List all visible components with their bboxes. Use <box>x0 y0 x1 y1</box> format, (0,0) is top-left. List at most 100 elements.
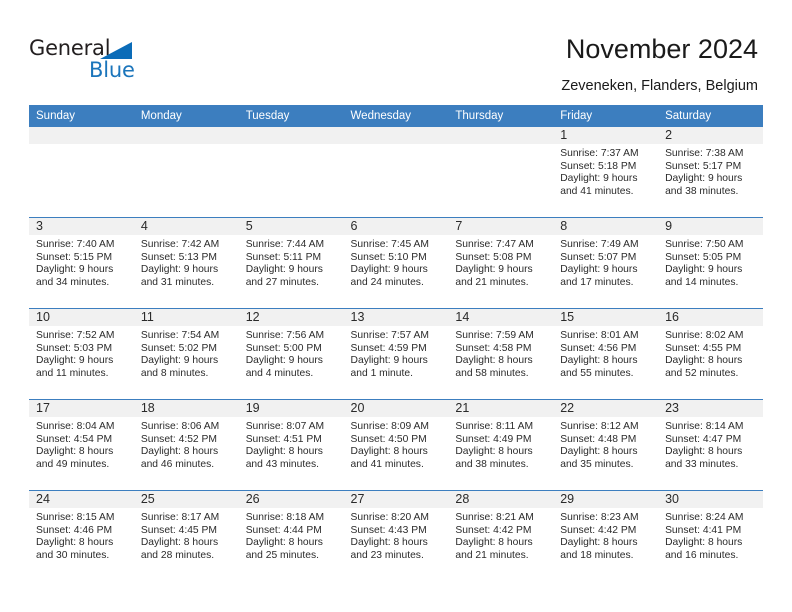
sunrise-text: Sunrise: 8:24 AM <box>665 512 744 523</box>
sunrise-text: Sunrise: 7:44 AM <box>245 239 325 250</box>
day-details: Sunrise: 7:54 AM Sunset: 5:02 PM Daylight:… <box>134 326 239 380</box>
sunrise-text: Sunrise: 8:20 AM <box>350 512 429 523</box>
day-cell[interactable]: 24 Sunrise: 8:15 AM Sunset: 4:46 PM Dayligh… <box>29 490 134 581</box>
day-number: 25 <box>133 491 239 508</box>
day-details: Sunrise: 8:01 AM Sunset: 4:56 PM Daylight:… <box>553 326 658 380</box>
daylight-text-line2: and 41 minutes. <box>350 458 424 470</box>
day-details: Sunrise: 7:42 AM Sunset: 5:13 PM Daylight:… <box>134 235 239 289</box>
day-number: 12 <box>238 309 344 326</box>
day-cell[interactable]: 22 Sunrise: 8:12 AM Sunset: 4:48 PM Dayligh… <box>553 399 659 491</box>
general-blue-logo[interactable]: General Blue <box>29 36 144 84</box>
daylight-text-line1: Daylight: 9 hours <box>140 264 219 276</box>
day-details: Sunrise: 7:57 AM Sunset: 4:59 PM Daylight:… <box>344 326 449 380</box>
logo-text-general: General <box>29 36 111 60</box>
calendar-week-row: 24 Sunrise: 8:15 AM Sunset: 4:46 PM Dayligh… <box>29 490 763 581</box>
sunrise-text: Sunrise: 8:11 AM <box>455 421 534 432</box>
day-number: 20 <box>343 400 449 417</box>
page-subtitle: Zeveneken, Flanders, Belgium <box>561 78 758 94</box>
day-cell[interactable]: 29 Sunrise: 8:23 AM Sunset: 4:42 PM Dayligh… <box>553 490 659 581</box>
day-number: 27 <box>343 491 449 508</box>
sunrise-text: Sunrise: 7:50 AM <box>665 239 744 250</box>
day-cell[interactable]: 28 Sunrise: 8:21 AM Sunset: 4:42 PM Dayligh… <box>448 490 554 581</box>
day-cell[interactable]: 30 Sunrise: 8:24 AM Sunset: 4:41 PM Dayligh… <box>658 490 763 581</box>
daylight-text-line2: and 23 minutes. <box>350 549 424 561</box>
daylight-text-line1: Daylight: 8 hours <box>665 446 743 458</box>
day-cell[interactable]: 5 Sunrise: 7:44 AM Sunset: 5:11 PM Daylight… <box>238 217 344 309</box>
sunrise-text: Sunrise: 8:01 AM <box>560 330 639 341</box>
day-cell[interactable]: 19 Sunrise: 8:07 AM Sunset: 4:51 PM Dayligh… <box>238 399 344 491</box>
day-cell[interactable]: 6 Sunrise: 7:45 AM Sunset: 5:10 PM Daylight… <box>343 217 449 309</box>
daylight-text-line2: and 1 minute. <box>350 367 413 379</box>
day-cell[interactable]: 1 Sunrise: 7:37 AM Sunset: 5:18 PM Daylight… <box>553 127 659 218</box>
day-cell[interactable]: 23 Sunrise: 8:14 AM Sunset: 4:47 PM Dayligh… <box>658 399 763 491</box>
daylight-text-line1: Daylight: 9 hours <box>560 264 638 276</box>
calendar-week-row: 10 Sunrise: 7:52 AM Sunset: 5:03 PM Dayligh… <box>29 308 763 400</box>
day-cell[interactable]: 14 Sunrise: 7:59 AM Sunset: 4:58 PM Dayligh… <box>448 308 554 400</box>
day-cell[interactable]: 13 Sunrise: 7:57 AM Sunset: 4:59 PM Dayligh… <box>343 308 449 400</box>
daylight-text-line2: and 58 minutes. <box>455 367 529 379</box>
daylight-text-line1: Daylight: 9 hours <box>245 264 323 276</box>
day-cell[interactable]: 17 Sunrise: 8:04 AM Sunset: 4:54 PM Dayligh… <box>29 399 134 491</box>
sunrise-text: Sunrise: 8:15 AM <box>36 512 115 523</box>
day-cell[interactable]: 3 Sunrise: 7:40 AM Sunset: 5:15 PM Daylight… <box>29 217 134 309</box>
sunrise-text: Sunrise: 8:23 AM <box>560 512 639 523</box>
sunset-text: Sunset: 4:43 PM <box>350 524 427 536</box>
day-details: Sunrise: 7:50 AM Sunset: 5:05 PM Daylight:… <box>658 235 763 289</box>
day-number: 24 <box>29 491 134 508</box>
sunset-text: Sunset: 4:54 PM <box>36 433 113 445</box>
day-details: Sunrise: 7:37 AM Sunset: 5:18 PM Daylight:… <box>553 144 658 198</box>
sunset-text: Sunset: 5:07 PM <box>560 251 637 263</box>
day-number <box>238 127 344 144</box>
day-cell[interactable]: 8 Sunrise: 7:49 AM Sunset: 5:07 PM Daylight… <box>553 217 659 309</box>
day-details: Sunrise: 8:20 AM Sunset: 4:43 PM Daylight:… <box>344 508 449 562</box>
day-number: 6 <box>343 218 449 235</box>
day-details: Sunrise: 7:52 AM Sunset: 5:03 PM Daylight:… <box>29 326 134 380</box>
day-details: Sunrise: 8:24 AM Sunset: 4:41 PM Daylight:… <box>658 508 763 562</box>
day-cell[interactable]: 12 Sunrise: 7:56 AM Sunset: 5:00 PM Dayligh… <box>238 308 344 400</box>
day-cell[interactable]: 27 Sunrise: 8:20 AM Sunset: 4:43 PM Dayligh… <box>343 490 449 581</box>
day-details: Sunrise: 7:59 AM Sunset: 4:58 PM Daylight:… <box>448 326 553 380</box>
day-cell[interactable]: 15 Sunrise: 8:01 AM Sunset: 4:56 PM Dayligh… <box>553 308 659 400</box>
daylight-text-line1: Daylight: 8 hours <box>245 537 323 549</box>
day-cell[interactable]: 9 Sunrise: 7:50 AM Sunset: 5:05 PM Daylight… <box>658 217 763 309</box>
day-cell[interactable]: 7 Sunrise: 7:47 AM Sunset: 5:08 PM Daylight… <box>448 217 554 309</box>
day-cell[interactable]: 20 Sunrise: 8:09 AM Sunset: 4:50 PM Dayligh… <box>343 399 449 491</box>
day-details: Sunrise: 8:17 AM Sunset: 4:45 PM Daylight:… <box>134 508 239 562</box>
day-cell[interactable]: 4 Sunrise: 7:42 AM Sunset: 5:13 PM Daylight… <box>133 217 239 309</box>
day-cell[interactable]: 2 Sunrise: 7:38 AM Sunset: 5:17 PM Daylight… <box>658 127 763 218</box>
daylight-text-line2: and 41 minutes. <box>560 185 634 197</box>
sunset-text: Sunset: 5:11 PM <box>245 251 322 263</box>
sunset-text: Sunset: 4:47 PM <box>665 433 742 445</box>
day-cell[interactable]: 16 Sunrise: 8:02 AM Sunset: 4:55 PM Dayligh… <box>658 308 763 400</box>
sunset-text: Sunset: 5:02 PM <box>140 342 217 354</box>
day-cell[interactable]: 18 Sunrise: 8:06 AM Sunset: 4:52 PM Dayligh… <box>133 399 239 491</box>
sunrise-text: Sunrise: 7:57 AM <box>350 330 429 341</box>
day-details: Sunrise: 8:14 AM Sunset: 4:47 PM Daylight:… <box>658 417 763 471</box>
daylight-text-line2: and 25 minutes. <box>245 549 319 561</box>
daylight-text-line2: and 11 minutes. <box>36 367 109 379</box>
sunset-text: Sunset: 5:15 PM <box>36 251 113 263</box>
sunset-text: Sunset: 5:10 PM <box>350 251 427 263</box>
day-cell[interactable]: 10 Sunrise: 7:52 AM Sunset: 5:03 PM Dayligh… <box>29 308 134 400</box>
day-number <box>448 127 554 144</box>
day-details: Sunrise: 7:40 AM Sunset: 5:15 PM Daylight:… <box>29 235 134 289</box>
daylight-text-line2: and 34 minutes. <box>36 276 110 288</box>
daylight-text-line2: and 21 minutes. <box>455 276 529 288</box>
sunset-text: Sunset: 4:45 PM <box>140 524 217 536</box>
day-cell[interactable]: 21 Sunrise: 8:11 AM Sunset: 4:49 PM Dayligh… <box>448 399 554 491</box>
day-cell[interactable]: 26 Sunrise: 8:18 AM Sunset: 4:44 PM Dayligh… <box>238 490 344 581</box>
daylight-text-line2: and 55 minutes. <box>560 367 634 379</box>
daylight-text-line1: Daylight: 8 hours <box>455 355 533 367</box>
daylight-text-line1: Daylight: 8 hours <box>350 537 428 549</box>
sunrise-text: Sunrise: 8:18 AM <box>245 512 325 523</box>
day-cell-empty <box>343 127 449 218</box>
day-number <box>29 127 134 144</box>
day-cell[interactable]: 25 Sunrise: 8:17 AM Sunset: 4:45 PM Dayligh… <box>133 490 239 581</box>
sunset-text: Sunset: 4:58 PM <box>455 342 532 354</box>
day-number: 28 <box>448 491 554 508</box>
daylight-text-line1: Daylight: 8 hours <box>560 446 638 458</box>
daylight-text-line2: and 30 minutes. <box>36 549 110 561</box>
day-number: 9 <box>658 218 763 235</box>
day-cell[interactable]: 11 Sunrise: 7:54 AM Sunset: 5:02 PM Dayligh… <box>133 308 239 400</box>
day-number: 3 <box>29 218 134 235</box>
